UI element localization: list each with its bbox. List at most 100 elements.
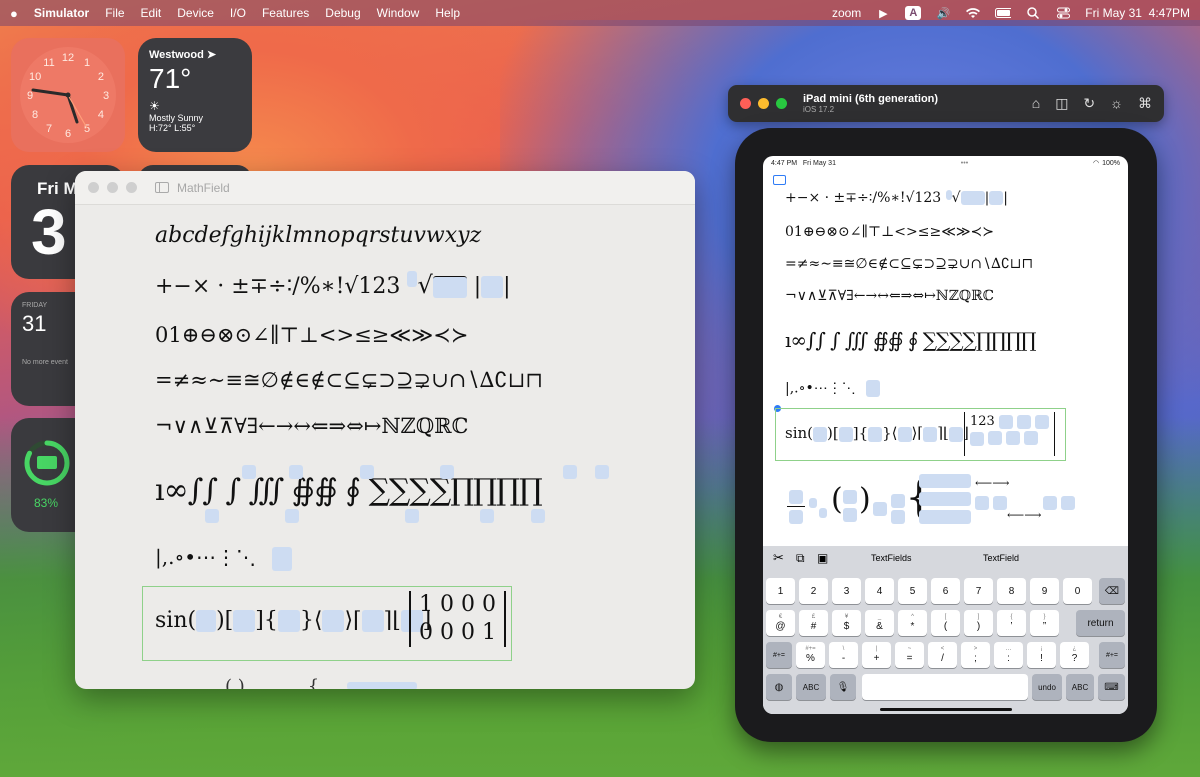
suggestion-1[interactable]: TextFields — [871, 553, 912, 563]
simulator-toolbar[interactable]: iPad mini (6th generation) iOS 17.2 ⌂ ◫ … — [728, 85, 1164, 122]
symbol-key[interactable]: ¡! — [1027, 642, 1056, 668]
placeholder[interactable] — [361, 610, 384, 632]
math-row-integrals[interactable]: ı∞∫∫ ∫ ∭ ∯∯ ∮ ∑∑∑∑∏∏∏∏ — [155, 473, 543, 508]
wifi-icon[interactable] — [965, 6, 981, 20]
placeholder[interactable] — [347, 682, 417, 689]
mathfield-window[interactable]: MathField abcdefghijklmnopqrstuvwxyz +−×… — [75, 171, 695, 689]
symbol-key[interactable]: …: — [994, 642, 1023, 668]
ios-sidebar-icon[interactable] — [773, 175, 786, 185]
sim-zoom-button[interactable] — [776, 98, 787, 109]
ios-row-punct[interactable]: |,.∘•⋯⋮⋱ — [785, 380, 881, 397]
weather-widget[interactable]: Westwood ➤ 71° ☀ Mostly Sunny H:72° L:55… — [138, 38, 252, 152]
symbol-key[interactable]: [( — [931, 610, 960, 636]
math-row-brackets[interactable]: sin()[]{}⟨ ⟩⌈ ⌉⌊ ⌋ — [155, 608, 431, 633]
ios-row-sets[interactable]: =≠≈∼≡≅∅∈∉⊂⊆⊊⊃⊇⊋∪∩∖∆∁⊔⊓ — [785, 256, 1033, 272]
sim-minimize-button[interactable] — [758, 98, 769, 109]
space-key[interactable] — [862, 674, 1028, 700]
placeholder[interactable] — [242, 465, 256, 479]
placeholder[interactable] — [948, 426, 963, 442]
symbol-key[interactable]: | + — [862, 642, 891, 668]
ios-row-integrals[interactable]: ı∞∫∫ ∫ ∭ ∯∯ ∮ ∑∑∑∑∏∏∏∏ — [785, 328, 1037, 352]
menu-help[interactable]: Help — [435, 6, 460, 20]
symbol-key[interactable]: ^ * — [898, 610, 927, 636]
number-key[interactable]: 3 — [832, 578, 861, 604]
menu-device[interactable]: Device — [177, 6, 214, 20]
symbol-key[interactable]: \ - — [829, 642, 858, 668]
sim-close-button[interactable] — [740, 98, 751, 109]
symbol-key[interactable]: € @ — [766, 610, 795, 636]
placeholder[interactable] — [1017, 414, 1032, 429]
menu-debug[interactable]: Debug — [325, 6, 360, 20]
math-row-relations[interactable]: 01⊕⊖⊗⊙∠∥⊤⊥<>≤≥≪≫≺≻ — [155, 323, 468, 347]
number-key[interactable]: 5 — [898, 578, 927, 604]
hide-keyboard-key[interactable]: ⌨ — [1098, 674, 1125, 700]
placeholder[interactable] — [322, 610, 345, 632]
globe-key[interactable]: ◍ — [766, 674, 792, 700]
number-key[interactable]: 8 — [997, 578, 1026, 604]
matrix[interactable]: 1 0 0 0 0 0 0 1 — [409, 591, 506, 647]
placeholder[interactable] — [998, 414, 1013, 429]
symbol-key[interactable]: >; — [961, 642, 990, 668]
delete-key[interactable]: ⌫ — [1099, 578, 1125, 604]
symbol-key[interactable]: {’ — [997, 610, 1026, 636]
mic-key[interactable]: 🎙 — [830, 674, 856, 700]
math-row-punct[interactable]: |,.∘•⋯⋮⋱ — [155, 545, 293, 571]
placeholder[interactable] — [196, 610, 217, 632]
placeholder[interactable] — [277, 610, 300, 632]
placeholder[interactable] — [1024, 430, 1039, 445]
placeholder[interactable] — [360, 465, 374, 479]
placeholder[interactable] — [945, 190, 952, 200]
placeholder[interactable] — [480, 509, 494, 523]
placeholder[interactable] — [838, 426, 853, 442]
number-key[interactable]: 2 — [799, 578, 828, 604]
shift-key-right[interactable]: #+= — [1099, 642, 1125, 668]
return-key[interactable]: return — [1076, 610, 1125, 636]
placeholder[interactable] — [272, 546, 293, 571]
symbol-key[interactable]: £ # — [799, 610, 828, 636]
placeholder[interactable] — [866, 380, 881, 397]
ipad-screen[interactable]: 4:47 PM Fri May 31 ••• ◠ 100% +−× · ±∓÷∶… — [763, 156, 1128, 714]
math-row-partial[interactable]: ( ) { — [225, 676, 319, 689]
placeholder[interactable] — [970, 432, 984, 446]
number-key[interactable]: 0 — [1063, 578, 1092, 604]
ios-row-structures[interactable]: ( ) { ⟵⟶ ⟵⟶ — [785, 472, 1085, 534]
battery-icon[interactable] — [995, 6, 1012, 20]
symbol-key[interactable]: < / — [928, 642, 957, 668]
more-icon[interactable]: ⌘ — [1138, 95, 1152, 112]
minimize-button[interactable] — [107, 182, 118, 193]
symbol-key[interactable]: ¥ $ — [832, 610, 861, 636]
abc-key-right[interactable]: ABC — [1066, 674, 1094, 700]
placeholder[interactable] — [432, 276, 467, 298]
menu-io[interactable]: I/O — [230, 6, 246, 20]
math-row-logic[interactable]: ¬∨∧⊻⊼∀∃←→↔⇐⇒⇔↦ℕℤℚℝℂ — [155, 414, 468, 438]
placeholder[interactable] — [407, 271, 418, 287]
number-key[interactable]: 7 — [964, 578, 993, 604]
zoom-button[interactable] — [126, 182, 137, 193]
menu-file[interactable]: File — [105, 6, 124, 20]
placeholder[interactable] — [813, 426, 828, 442]
brightness-icon[interactable]: ☼ — [1110, 95, 1123, 112]
number-key[interactable]: 1 — [766, 578, 795, 604]
volume-icon[interactable]: 🔊 — [935, 6, 951, 20]
symbol-key[interactable]: _ & — [865, 610, 894, 636]
home-icon[interactable]: ⌂ — [1032, 95, 1040, 112]
placeholder[interactable] — [405, 509, 419, 523]
ios-matrix[interactable]: 123 — [964, 412, 1056, 456]
placeholder[interactable] — [1035, 414, 1050, 429]
placeholder[interactable] — [233, 610, 256, 632]
placeholder[interactable] — [897, 426, 912, 442]
ios-row-operators[interactable]: +−× · ±∓÷∶/%∗!√123 √ | | — [785, 190, 1008, 206]
symbol-key[interactable]: ¿? — [1060, 642, 1089, 668]
control-center-icon[interactable] — [1055, 6, 1071, 20]
shift-key-left[interactable]: #+= — [766, 642, 792, 668]
number-key[interactable]: 9 — [1030, 578, 1059, 604]
placeholder[interactable] — [988, 430, 1003, 445]
abc-key[interactable]: ABC — [796, 674, 826, 700]
placeholder[interactable] — [989, 191, 1004, 205]
zoom-status[interactable]: zoom — [832, 6, 861, 20]
ios-keyboard[interactable]: ✂ ⧉ ▣ TextFields TextField ⌫ return #+= … — [763, 546, 1128, 714]
rotate-icon[interactable]: ↻ — [1083, 95, 1095, 112]
menu-window[interactable]: Window — [377, 6, 420, 20]
math-row-sets[interactable]: =≠≈∼≡≅∅∉∈∉⊂⊆⊊⊃⊇⊋∪∩∖∆∁⊔⊓ — [155, 368, 543, 392]
menu-edit[interactable]: Edit — [141, 6, 162, 20]
